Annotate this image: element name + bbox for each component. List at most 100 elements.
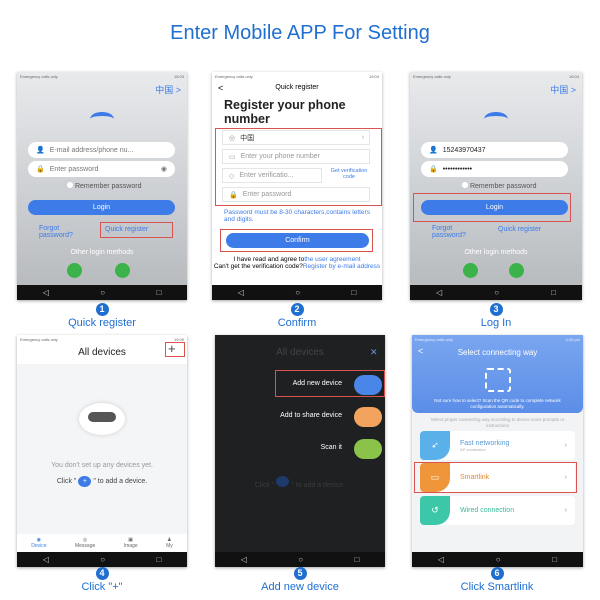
email-register-link[interactable]: Register by e-mail address [303,263,380,270]
recent-apps-icon[interactable]: □ [552,555,557,564]
back-icon[interactable]: ◁ [43,555,49,564]
eye-icon[interactable]: ◉ [161,165,167,173]
home-icon[interactable]: ○ [298,555,303,564]
user-icon: 👤 [36,147,45,154]
password-input[interactable]: 🔒 •••••••••••• [421,161,568,177]
get-verification-code-button[interactable]: Get verification code [324,168,374,180]
home-icon[interactable]: ○ [100,555,105,564]
lock-icon: 🔒 [36,166,45,173]
user-agreement-link[interactable]: the user agreement [304,256,360,263]
back-icon[interactable]: ◁ [241,555,247,564]
region-selector[interactable]: 中国 > [550,83,576,96]
remember-password-checkbox[interactable]: Remember password [462,182,536,190]
country-selector[interactable]: ◎ 中国 › [222,130,370,145]
password-input[interactable]: 🔒 Enter password [222,187,370,202]
status-bar: Emergency calls only 19:05 [17,335,187,344]
login-button[interactable]: Login [28,200,175,215]
home-icon[interactable]: ○ [494,288,499,297]
tab-my[interactable]: ♟ My [166,537,173,549]
phone-register: Emergency calls only 19:04 < Quick regist… [212,72,382,300]
qr-code-icon[interactable] [485,368,511,392]
wechat-login-icon[interactable] [67,263,82,278]
link-icon[interactable] [354,407,382,427]
home-icon[interactable]: ○ [496,555,501,564]
location-icon: ◎ [229,134,236,142]
forgot-password-link[interactable]: Forgot password? [432,225,472,239]
phone-login-filled: Emergency calls only 19:04 中国 > 👤 15243970… [410,72,582,300]
system-nav-bar: ◁ ○ □ [212,285,382,300]
page-title: Enter Mobile APP For Setting [170,22,430,44]
back-icon[interactable]: ◁ [438,555,444,564]
app-logo-icon [90,112,114,126]
phone-input[interactable]: 👤 15243970437 [421,142,568,158]
register-heading: Register your phone number [224,98,346,126]
phone-login: Emergency calls only 15:03 中国 > 👤 E-mail a… [17,72,187,300]
add-new-device-label[interactable]: Add new device [293,380,342,387]
recent-apps-icon[interactable]: □ [156,555,161,564]
option-fast-networking[interactable]: ➶ Fast networking AP connection › [420,431,575,460]
screen-header: Quick register [275,84,319,91]
email-input[interactable]: 👤 E-mail address/phone nu... [28,142,175,158]
confirm-button[interactable]: Confirm [226,233,369,248]
home-icon[interactable]: ○ [100,288,105,297]
status-bar: Emergency calls only 4:26 pm [415,337,580,342]
status-bar: Emergency calls only 15:03 [20,74,184,79]
router-icon: ▭ [420,463,450,492]
tab-message[interactable]: ◎ Message [75,537,95,549]
option-wired-connection[interactable]: ↺ Wired connection › [420,496,575,525]
recent-apps-icon[interactable]: □ [351,288,356,297]
other-login-label: Other login methods [464,249,528,256]
verification-code-input[interactable]: ◇ Enter verificatio... [222,168,322,183]
login-button[interactable]: Login [421,200,568,215]
back-icon[interactable]: ◁ [238,288,244,297]
recent-apps-icon[interactable]: □ [354,555,359,564]
step-5: 5 Add new device [261,567,339,593]
close-menu-button[interactable]: ✕ [370,347,378,358]
empty-state-text: You don't set up any devices yet. [51,462,153,469]
app-logo-icon [484,112,508,126]
quick-register-link[interactable]: Quick register [498,226,541,233]
option-smartlink[interactable]: ▭ Smartlink › [420,463,575,492]
step-3: 3 Log In [480,303,512,329]
forgot-password-link[interactable]: Forgot password? [39,225,79,239]
phone-input[interactable]: ▭ Enter your phone number [222,149,370,164]
instruction-text: Select proper connecting way according t… [430,417,565,428]
qr-hint: Not sure how to select? Scan the QR code… [434,398,561,409]
phone-connect-way: Emergency calls only 4:26 pm < Select con… [412,335,583,567]
recent-apps-icon[interactable]: □ [551,288,556,297]
shield-icon: ◇ [229,172,235,180]
scan-it-label[interactable]: Scan it [321,444,342,451]
phone-add-menu: All devices ✕ Add new device Add to shar… [215,335,385,567]
system-nav-bar: ◁ ○ □ [410,285,582,300]
wifi-signal-icon[interactable] [354,375,382,395]
screen-header: All devices [276,347,324,358]
tab-device[interactable]: ◉ Device [31,537,46,549]
back-icon[interactable]: ◁ [43,288,49,297]
password-input[interactable]: 🔒 Enter password ◉ [28,161,175,177]
region-selector[interactable]: 中国 > [155,83,181,96]
add-instruction: Click " + " to add a device. [56,476,148,487]
agreement-text: I have read and agree tothe user agreeme… [213,256,381,270]
bottom-tab-bar: ◉ Device ◎ Message ▣ Image ♟ My [17,534,187,552]
line-login-icon[interactable] [115,263,130,278]
add-share-device-label[interactable]: Add to share device [280,412,342,419]
status-bar: Emergency calls only 19:04 [413,74,579,79]
remember-password-checkbox[interactable]: Remember password [67,182,141,190]
quick-register-link[interactable]: Quick register [105,226,148,233]
lock-icon: 🔒 [429,166,438,173]
dimmed-add-instruction: Click " " to add a device. [215,476,385,489]
recent-apps-icon[interactable]: □ [156,288,161,297]
scan-icon[interactable] [354,439,382,459]
tab-image[interactable]: ▣ Image [124,537,138,549]
phone-all-devices: Emergency calls only 19:05 All devices + … [17,335,187,567]
back-icon[interactable]: ◁ [436,288,442,297]
add-circle-icon[interactable]: + [78,476,92,487]
step-6: 6 Click Smartlink [460,567,534,593]
add-device-button[interactable]: + [168,341,176,356]
system-nav-bar: ◁ ○ □ [412,552,583,567]
line-login-icon[interactable] [509,263,524,278]
wechat-login-icon[interactable] [463,263,478,278]
home-icon[interactable]: ○ [295,288,300,297]
system-nav-bar: ◁ ○ □ [17,285,187,300]
screen-header: All devices [78,347,126,358]
